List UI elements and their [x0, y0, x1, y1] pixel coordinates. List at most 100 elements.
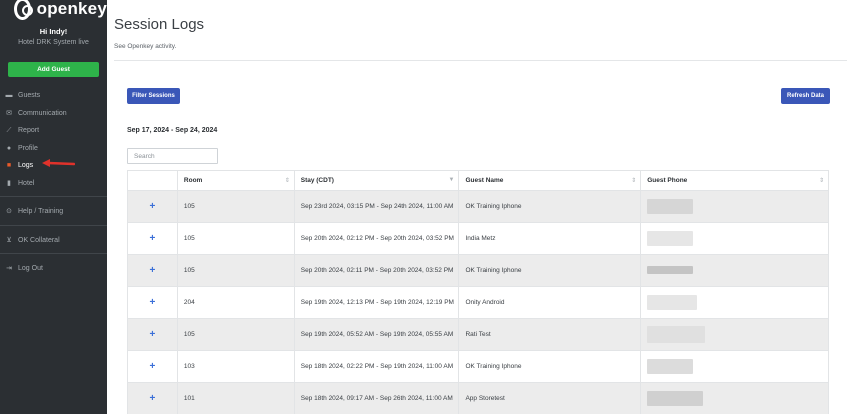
stay-cell: Sep 18th 2024, 02:22 PM - Sep 19th 2024,…: [293, 350, 460, 383]
envelope-icon: ✉: [6, 109, 12, 117]
sidebar-divider: [0, 253, 107, 254]
column-header-label: Stay (CDT): [300, 177, 334, 184]
column-header-label: Room: [183, 177, 203, 184]
chart-icon: ⟋: [6, 127, 12, 135]
sidebar-item-label: Log Out: [18, 265, 43, 273]
column-header-guest-phone[interactable]: Guest Phone ⇕: [640, 170, 829, 191]
user-greeting: Hi Indy!: [39, 27, 68, 36]
guest-name-cell: App Storetest: [458, 382, 642, 414]
sidebar-item-report[interactable]: ⟋ Report: [0, 122, 107, 140]
table-row: + 105 Sep 20th 2024, 02:11 PM - Sep 20th…: [127, 254, 829, 287]
stay-cell: Sep 18th 2024, 09:17 AM - Sep 26th 2024,…: [293, 382, 460, 414]
guest-phone-cell: [640, 318, 829, 351]
table-row: + 105 Sep 20th 2024, 02:12 PM - Sep 20th…: [127, 222, 829, 255]
openkey-logo-icon: [14, 0, 33, 20]
stay-cell: Sep 23rd 2024, 03:15 PM - Sep 24th 2024,…: [293, 190, 460, 223]
table-row: + 105 Sep 19th 2024, 05:52 AM - Sep 19th…: [127, 318, 829, 351]
redacted-phone: [647, 295, 698, 310]
sidebar: openkey Hi Indy! Hotel DRK System live A…: [0, 0, 107, 414]
column-header-stay[interactable]: Stay (CDT) ▼: [293, 170, 460, 191]
search-input[interactable]: [127, 148, 218, 164]
column-header-guest-name[interactable]: Guest Name ⇕: [458, 170, 642, 191]
sidebar-item-help-training[interactable]: ⊙ Help / Training: [0, 203, 107, 221]
add-guest-button[interactable]: Add Guest: [8, 62, 99, 77]
expand-row-button[interactable]: +: [127, 222, 178, 255]
date-range: Sep 17, 2024 - Sep 24, 2024: [127, 127, 218, 134]
room-cell: 105: [176, 254, 295, 287]
sidebar-nav: ▬ Guests ✉ Communication ⟋ Report ● Prof…: [0, 87, 107, 278]
annotation-arrow-icon: [42, 159, 75, 167]
guest-name-cell: OK Training Iphone: [458, 350, 642, 383]
column-header-room[interactable]: Room ⇕: [176, 170, 295, 191]
sidebar-item-communication[interactable]: ✉ Communication: [0, 105, 107, 123]
redacted-phone: [647, 326, 706, 343]
redacted-phone: [647, 359, 694, 374]
room-cell: 105: [176, 318, 295, 351]
stay-cell: Sep 20th 2024, 02:12 PM - Sep 20th 2024,…: [293, 222, 460, 255]
room-cell: 204: [176, 286, 295, 319]
sidebar-item-label: Profile: [18, 144, 38, 152]
guest-phone-cell: [640, 350, 829, 383]
room-cell: 105: [176, 222, 295, 255]
table-row: + 105 Sep 23rd 2024, 03:15 PM - Sep 24th…: [127, 190, 829, 223]
guest-phone-cell: [640, 382, 829, 414]
page-title: Session Logs: [114, 16, 205, 33]
sidebar-item-label: Help / Training: [18, 208, 64, 216]
sidebar-item-hotel[interactable]: ▮ Hotel: [0, 175, 107, 193]
sidebar-divider: [0, 224, 107, 226]
user-icon: ●: [6, 144, 12, 152]
guest-name-cell: India Metz: [458, 222, 642, 255]
sidebar-item-label: Report: [18, 127, 40, 135]
filter-sessions-button[interactable]: Filter Sessions: [127, 88, 180, 104]
sidebar-item-label: Guests: [18, 92, 41, 100]
redacted-phone: [647, 266, 694, 275]
sidebar-item-label: Communication: [18, 109, 67, 117]
brand-name: openkey: [36, 0, 107, 18]
guest-name-cell: OK Training Iphone: [458, 190, 642, 223]
header-divider: [114, 60, 847, 61]
guest-phone-cell: [640, 190, 829, 223]
sidebar-item-ok-collateral[interactable]: ⊻ OK Collateral: [0, 232, 107, 250]
column-header-label: Guest Phone: [647, 177, 688, 184]
column-header-label: Guest Name: [465, 177, 504, 184]
logout-icon: ⇥: [6, 265, 12, 273]
redacted-phone: [647, 199, 694, 214]
expand-row-button[interactable]: +: [127, 254, 178, 287]
guest-phone-cell: [640, 222, 829, 255]
column-header-expand: [127, 170, 178, 191]
guest-name-cell: OK Training Iphone: [458, 254, 642, 287]
sidebar-item-guests[interactable]: ▬ Guests: [0, 87, 107, 105]
table-row: + 103 Sep 18th 2024, 02:22 PM - Sep 19th…: [127, 350, 829, 383]
sort-icon: ⇕: [631, 178, 637, 184]
sidebar-item-log-out[interactable]: ⇥ Log Out: [0, 260, 107, 278]
expand-row-button[interactable]: +: [127, 382, 178, 414]
sidebar-item-label: Logs: [18, 162, 34, 170]
page-subtitle: See Openkey activity.: [114, 43, 177, 50]
table-header-row: Room ⇕ Stay (CDT) ▼ Guest Name ⇕ Guest Phon…: [127, 170, 829, 191]
expand-row-button[interactable]: +: [127, 190, 178, 223]
sidebar-item-label: Hotel: [18, 179, 35, 187]
stay-cell: Sep 19th 2024, 12:13 PM - Sep 19th 2024,…: [293, 286, 460, 319]
sort-desc-icon: ▼: [448, 177, 455, 183]
logs-icon: ■: [6, 162, 12, 170]
help-icon: ⊙: [6, 208, 12, 216]
table-row: + 101 Sep 18th 2024, 09:17 AM - Sep 26th…: [127, 382, 829, 414]
redacted-phone: [647, 391, 704, 406]
redacted-phone: [647, 231, 694, 246]
session-logs-table: Room ⇕ Stay (CDT) ▼ Guest Name ⇕ Guest Phon…: [127, 170, 829, 414]
refresh-data-button[interactable]: Refresh Data: [781, 88, 830, 104]
expand-row-button[interactable]: +: [127, 350, 178, 383]
sidebar-divider: [0, 196, 107, 197]
room-cell: 103: [176, 350, 295, 383]
sidebar-item-profile[interactable]: ● Profile: [0, 140, 107, 158]
guest-phone-cell: [640, 254, 829, 287]
stay-cell: Sep 20th 2024, 02:11 PM - Sep 20th 2024,…: [293, 254, 460, 287]
sort-icon: ⇕: [284, 178, 290, 184]
expand-row-button[interactable]: +: [127, 286, 178, 319]
brand-logo[interactable]: openkey: [0, 0, 107, 20]
expand-row-button[interactable]: +: [127, 318, 178, 351]
room-cell: 105: [176, 190, 295, 223]
sidebar-item-label: OK Collateral: [18, 236, 60, 244]
bed-icon: ▬: [5, 92, 13, 100]
main-content: Session Logs See Openkey activity. Filte…: [107, 0, 847, 414]
